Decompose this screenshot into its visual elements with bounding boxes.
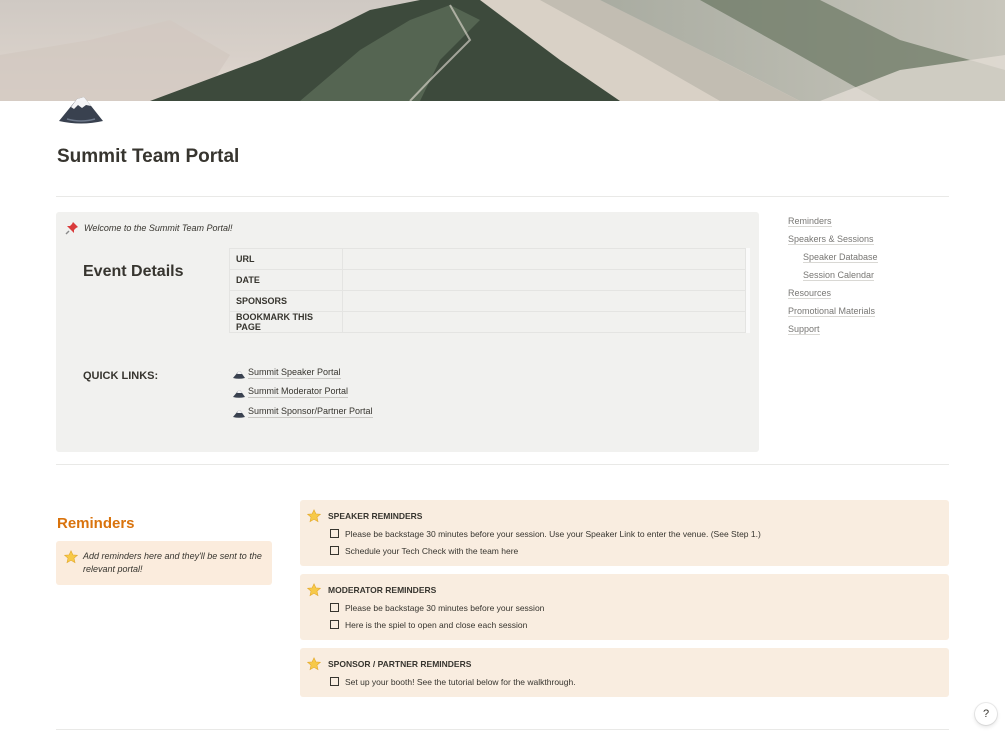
- quick-links-heading: QUICK LINKS:: [83, 370, 159, 382]
- welcome-text: Welcome to the Summit Team Portal!: [84, 223, 233, 233]
- moderator-reminders-heading: MODERATOR REMINDERS: [328, 585, 437, 595]
- row-key-bookmark: BOOKMARK THIS PAGE: [229, 311, 343, 333]
- sponsor-reminders-heading: SPONSOR / PARTNER REMINDERS: [328, 659, 472, 669]
- toc-item-support[interactable]: Support: [788, 322, 878, 340]
- todo-checkbox[interactable]: [330, 603, 339, 612]
- reminders-heading: Reminders: [57, 515, 135, 532]
- todo-checkbox[interactable]: [330, 546, 339, 555]
- todo-item: Set up your booth! See the tutorial belo…: [330, 673, 576, 690]
- toc-item-resources[interactable]: Resources: [788, 286, 878, 304]
- toc-item-session-calendar[interactable]: Session Calendar: [788, 268, 878, 286]
- divider: [56, 729, 949, 730]
- sponsor-reminders-box: SPONSOR / PARTNER REMINDERS Set up your …: [300, 648, 949, 697]
- mountain-icon[interactable]: [57, 93, 105, 127]
- toc-item-speakers-sessions[interactable]: Speakers & Sessions: [788, 232, 878, 250]
- todo-list: Set up your booth! See the tutorial belo…: [330, 673, 576, 690]
- row-value-bookmark[interactable]: [342, 311, 749, 333]
- page-title: Summit Team Portal: [57, 146, 240, 167]
- toc-item-promotional-materials[interactable]: Promotional Materials: [788, 304, 878, 322]
- cover-image: [0, 0, 1005, 101]
- table-row: DATE: [229, 269, 749, 291]
- todo-item: Please be backstage 30 minutes before yo…: [330, 525, 761, 542]
- quick-link-moderator-portal[interactable]: Summit Moderator Portal: [233, 383, 373, 403]
- speaker-reminders-heading: SPEAKER REMINDERS: [328, 511, 423, 521]
- row-value-url[interactable]: [342, 248, 749, 270]
- star-icon: [307, 657, 321, 671]
- todo-item: Here is the spiel to open and close each…: [330, 616, 544, 633]
- mountain-icon: [233, 409, 245, 418]
- quick-links-list: Summit Speaker Portal Summit Moderator P…: [233, 363, 373, 422]
- table-scrollbar[interactable]: [745, 248, 750, 333]
- mountain-icon: [233, 370, 245, 379]
- divider: [56, 196, 949, 197]
- toc-item-reminders[interactable]: Reminders: [788, 214, 878, 232]
- quick-link-speaker-portal[interactable]: Summit Speaker Portal: [233, 363, 373, 383]
- quick-link-sponsor-portal[interactable]: Summit Sponsor/Partner Portal: [233, 402, 373, 422]
- todo-text[interactable]: Set up your booth! See the tutorial belo…: [345, 677, 576, 687]
- help-button[interactable]: ?: [975, 703, 997, 725]
- row-value-sponsors[interactable]: [342, 290, 749, 312]
- star-icon: [307, 509, 321, 523]
- todo-item: Please be backstage 30 minutes before yo…: [330, 599, 544, 616]
- quick-link-label: Summit Speaker Portal: [248, 366, 341, 379]
- todo-text[interactable]: Please be backstage 30 minutes before yo…: [345, 603, 544, 613]
- table-row: SPONSORS: [229, 290, 749, 312]
- row-key-date: DATE: [229, 269, 343, 291]
- todo-checkbox[interactable]: [330, 677, 339, 686]
- welcome-callout: Welcome to the Summit Team Portal! Event…: [56, 212, 759, 452]
- table-row: URL: [229, 248, 749, 270]
- speaker-reminders-box: SPEAKER REMINDERS Please be backstage 30…: [300, 500, 949, 566]
- todo-list: Please be backstage 30 minutes before yo…: [330, 599, 544, 633]
- todo-checkbox[interactable]: [330, 529, 339, 538]
- star-icon: [64, 550, 78, 564]
- todo-text[interactable]: Please be backstage 30 minutes before yo…: [345, 529, 761, 539]
- row-key-url: URL: [229, 248, 343, 270]
- todo-text[interactable]: Here is the spiel to open and close each…: [345, 620, 527, 630]
- table-row: BOOKMARK THIS PAGE: [229, 311, 749, 333]
- row-value-date[interactable]: [342, 269, 749, 291]
- moderator-reminders-box: MODERATOR REMINDERS Please be backstage …: [300, 574, 949, 640]
- reminders-callout-text: Add reminders here and they'll be sent t…: [83, 551, 262, 574]
- table-of-contents: Reminders Speakers & Sessions Speaker Da…: [788, 214, 878, 340]
- divider: [56, 464, 949, 465]
- quick-link-label: Summit Sponsor/Partner Portal: [248, 405, 373, 418]
- toc-item-speaker-database[interactable]: Speaker Database: [788, 250, 878, 268]
- pushpin-icon: [65, 221, 79, 235]
- row-key-sponsors: SPONSORS: [229, 290, 343, 312]
- todo-checkbox[interactable]: [330, 620, 339, 629]
- todo-list: Please be backstage 30 minutes before yo…: [330, 525, 761, 559]
- star-icon: [307, 583, 321, 597]
- todo-text[interactable]: Schedule your Tech Check with the team h…: [345, 546, 518, 556]
- todo-item: Schedule your Tech Check with the team h…: [330, 542, 761, 559]
- mountain-icon: [233, 390, 245, 398]
- event-details-table: URL DATE SPONSORS BOOKMARK THIS PAGE: [229, 248, 749, 333]
- reminders-callout: Add reminders here and they'll be sent t…: [56, 541, 272, 585]
- quick-link-label: Summit Moderator Portal: [248, 386, 349, 399]
- event-details-heading: Event Details: [83, 263, 184, 280]
